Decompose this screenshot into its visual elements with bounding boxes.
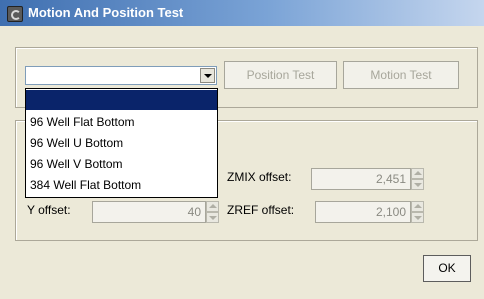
window-title: Motion And Position Test <box>28 5 184 20</box>
zref-offset-spinner[interactable] <box>411 201 424 223</box>
zmix-offset-spinner[interactable] <box>411 168 424 190</box>
title-bar[interactable]: Motion And Position Test <box>0 0 484 26</box>
y-offset-input[interactable]: 40 <box>92 201 206 223</box>
y-offset-spinner[interactable] <box>206 201 219 223</box>
increment-icon[interactable] <box>411 168 424 179</box>
increment-icon[interactable] <box>206 201 219 212</box>
y-offset-label: Y offset: <box>27 203 71 217</box>
plate-type-select[interactable] <box>25 66 217 85</box>
zref-offset-input[interactable]: 2,100 <box>315 201 411 223</box>
motion-position-dialog: Motion And Position Test Position Test M… <box>0 0 484 299</box>
dropdown-option-96-v[interactable]: 96 Well V Bottom <box>26 154 217 174</box>
app-icon <box>7 6 23 22</box>
ok-button[interactable]: OK <box>423 255 471 282</box>
decrement-icon[interactable] <box>411 212 424 223</box>
chevron-down-icon[interactable] <box>200 68 215 83</box>
motion-test-button[interactable]: Motion Test <box>343 61 459 89</box>
dropdown-option-384-flat[interactable]: 384 Well Flat Bottom <box>26 175 217 195</box>
plate-type-dropdown-list: 96 Well Flat Bottom 96 Well U Bottom 96 … <box>25 88 218 198</box>
zmix-offset-label: ZMIX offset: <box>227 170 292 184</box>
decrement-icon[interactable] <box>206 212 219 223</box>
position-test-button[interactable]: Position Test <box>224 61 337 89</box>
dropdown-option-96-flat[interactable]: 96 Well Flat Bottom <box>26 112 217 132</box>
decrement-icon[interactable] <box>411 179 424 190</box>
zmix-offset-input[interactable]: 2,451 <box>311 168 411 190</box>
dropdown-option-96-u[interactable]: 96 Well U Bottom <box>26 133 217 153</box>
increment-icon[interactable] <box>411 201 424 212</box>
zref-offset-label: ZREF offset: <box>227 203 295 217</box>
dropdown-option-empty[interactable] <box>26 90 217 110</box>
